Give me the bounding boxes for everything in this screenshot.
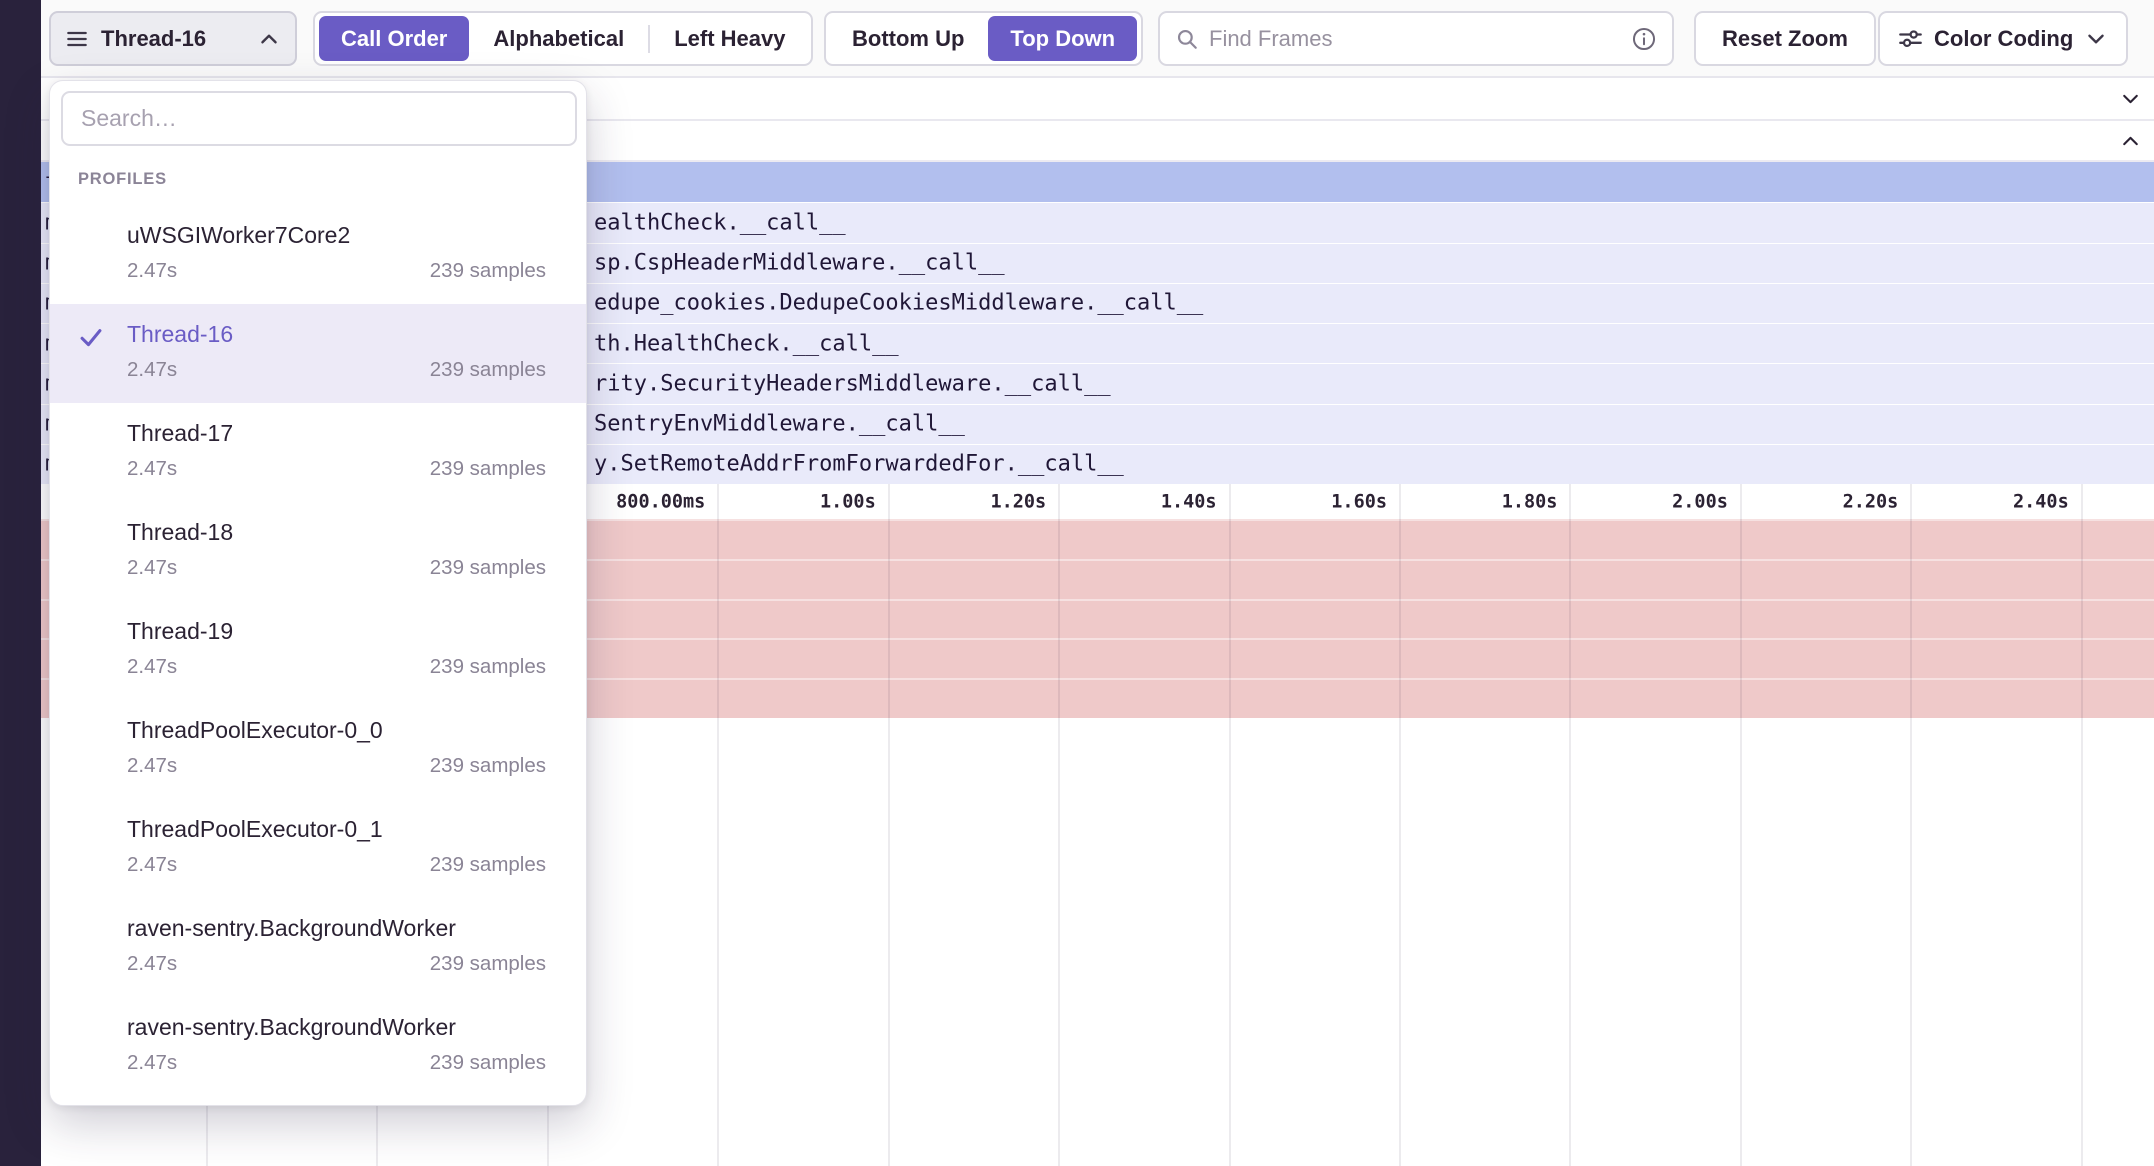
direction-top-down-button[interactable]: Top Down: [988, 16, 1137, 61]
profile-option[interactable]: ThreadPoolExecutor-0_1 2.47s 239 samples: [50, 799, 586, 898]
frame-text: ealthCheck.__call__: [594, 210, 846, 235]
toolbar: Thread-16 Call Order Alphabetical Left H…: [41, 0, 2154, 78]
sort-alphabetical-button[interactable]: Alphabetical: [471, 16, 646, 61]
direction-group: Bottom Up Top Down: [824, 11, 1143, 66]
profile-duration: 2.47s: [127, 556, 177, 580]
profile-duration: 2.47s: [127, 358, 177, 382]
profile-duration: 2.47s: [127, 754, 177, 778]
profile-duration: 2.47s: [127, 853, 177, 877]
search-icon: [1175, 27, 1199, 51]
profile-duration: 2.47s: [127, 952, 177, 976]
color-coding-label: Color Coding: [1934, 26, 2073, 52]
color-coding-button[interactable]: Color Coding: [1878, 11, 2128, 66]
profile-samples: 239 samples: [430, 556, 546, 580]
profile-samples: 239 samples: [430, 457, 546, 481]
sort-order-group: Call Order Alphabetical Left Heavy: [313, 11, 813, 66]
thread-selector-dropdown: PROFILES uWSGIWorker7Core2 2.47s 239 sam…: [49, 80, 587, 1106]
direction-bottom-up-button[interactable]: Bottom Up: [830, 16, 986, 61]
frame-text: rity.SecurityHeadersMiddleware.__call__: [594, 371, 1111, 396]
profile-option[interactable]: Thread-19 2.47s 239 samples: [50, 601, 586, 700]
profile-option-selected[interactable]: Thread-16 2.47s 239 samples: [50, 304, 586, 403]
profile-meta: 2.47s 239 samples: [127, 358, 546, 382]
profile-samples: 239 samples: [430, 1051, 546, 1075]
axis-tick-label: 2.20s: [1702, 491, 1898, 512]
frame-text: y.SetRemoteAddrFromForwardedFor.__call__: [594, 452, 1124, 477]
profile-duration: 2.47s: [127, 655, 177, 679]
frame-text: edupe_cookies.DedupeCookiesMiddleware.__…: [594, 291, 1203, 316]
profile-name: Thread-16: [127, 321, 546, 348]
find-frames-input[interactable]: [1209, 26, 1621, 52]
profile-name: Thread-19: [127, 618, 546, 645]
profile-option[interactable]: uWSGIWorker7Core2 2.47s 239 samples: [50, 205, 586, 304]
profile-option[interactable]: ThreadPoolExecutor-0_0 2.47s 239 samples: [50, 700, 586, 799]
profile-meta: 2.47s 239 samples: [127, 754, 546, 778]
profile-meta: 2.47s 239 samples: [127, 556, 546, 580]
profile-meta: 2.47s 239 samples: [127, 1051, 546, 1075]
profile-samples: 239 samples: [430, 655, 546, 679]
profile-duration: 2.47s: [127, 457, 177, 481]
dropdown-search-input[interactable]: [61, 91, 577, 146]
left-sidebar: [0, 0, 41, 1166]
profile-name: raven-sentry.BackgroundWorker: [127, 1014, 546, 1041]
checkmark-icon: [77, 323, 105, 356]
chevron-down-icon: [2119, 87, 2142, 110]
profile-meta: 2.47s 239 samples: [127, 457, 546, 481]
profile-meta: 2.47s 239 samples: [127, 952, 546, 976]
chevron-down-icon: [2084, 27, 2108, 51]
list-icon: [65, 27, 89, 51]
profile-duration: 2.47s: [127, 1051, 177, 1075]
frame-text: sp.CspHeaderMiddleware.__call__: [594, 251, 1005, 276]
chevron-up-icon: [257, 27, 281, 51]
profile-option[interactable]: Thread-17 2.47s 239 samples: [50, 403, 586, 502]
thread-selector-button[interactable]: Thread-16: [49, 11, 297, 66]
frame-text: SentryEnvMiddleware.__call__: [594, 412, 965, 437]
profile-option[interactable]: raven-sentry.BackgroundWorker 2.47s 239 …: [50, 997, 586, 1096]
frame-text: th.HealthCheck.__call__: [594, 331, 899, 356]
profile-samples: 239 samples: [430, 754, 546, 778]
axis-tick-label: 1.40s: [1021, 491, 1217, 512]
info-icon[interactable]: [1631, 26, 1657, 52]
profiles-list: uWSGIWorker7Core2 2.47s 239 samples Thre…: [50, 205, 586, 1096]
expand-panel-button[interactable]: [2119, 87, 2142, 110]
profile-name: ThreadPoolExecutor-0_1: [127, 816, 546, 843]
profile-samples: 239 samples: [430, 358, 546, 382]
axis-tick-label: 1.20s: [850, 491, 1046, 512]
profile-name: raven-sentry.BackgroundWorker: [127, 915, 546, 942]
profile-samples: 239 samples: [430, 853, 546, 877]
profile-name: Thread-18: [127, 519, 546, 546]
profile-meta: 2.47s 239 samples: [127, 259, 546, 283]
sliders-icon: [1898, 26, 1923, 51]
profile-option[interactable]: raven-sentry.BackgroundWorker 2.47s 239 …: [50, 898, 586, 997]
segment-divider: [648, 25, 650, 53]
sort-left-heavy-button[interactable]: Left Heavy: [652, 16, 807, 61]
axis-tick-label: 1.80s: [1361, 491, 1557, 512]
axis-tick-label: 2.40s: [1873, 491, 2069, 512]
reset-zoom-button[interactable]: Reset Zoom: [1694, 11, 1876, 66]
profile-samples: 239 samples: [430, 952, 546, 976]
profile-duration: 2.47s: [127, 259, 177, 283]
collapse-panel-button[interactable]: [2119, 129, 2142, 152]
profile-name: uWSGIWorker7Core2: [127, 222, 546, 249]
profile-meta: 2.47s 239 samples: [127, 655, 546, 679]
axis-tick-label: 1.60s: [1191, 491, 1387, 512]
axis-tick-label: 1.00s: [680, 491, 876, 512]
chevron-up-icon: [2119, 129, 2142, 152]
thread-selector-label: Thread-16: [101, 26, 245, 52]
profile-name: Thread-17: [127, 420, 546, 447]
profile-option[interactable]: Thread-18 2.47s 239 samples: [50, 502, 586, 601]
profiles-section-label: PROFILES: [78, 170, 586, 189]
profile-name: ThreadPoolExecutor-0_0: [127, 717, 546, 744]
axis-tick-label: 2.00s: [1532, 491, 1728, 512]
find-frames-search: [1158, 11, 1674, 66]
profile-meta: 2.47s 239 samples: [127, 853, 546, 877]
sort-call-order-button[interactable]: Call Order: [319, 16, 469, 61]
profile-samples: 239 samples: [430, 259, 546, 283]
